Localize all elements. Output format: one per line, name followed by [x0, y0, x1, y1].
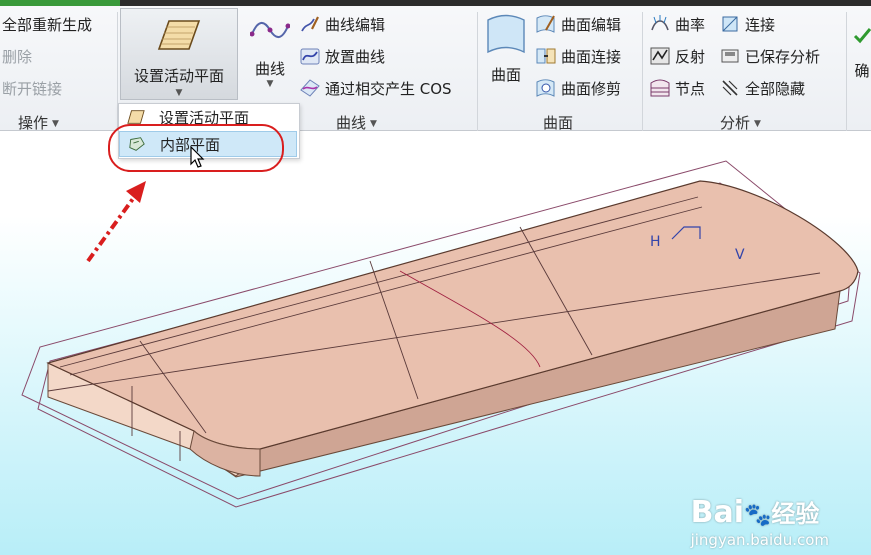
surface-big-label: 曲面 [490, 66, 521, 84]
analysis-group-label[interactable]: 分析 ▼ [720, 112, 761, 132]
operations-group-text: 操作 [18, 114, 49, 132]
surface-edit-icon [536, 15, 555, 33]
chevron-down-icon: ▼ [175, 88, 183, 98]
curve-big-label: 曲线 [254, 60, 285, 78]
place-curve-label: 放置曲线 [325, 47, 386, 66]
regenerate-label: 全部重新生成 [2, 15, 93, 34]
chevron-down-icon: ▼ [52, 119, 59, 129]
divider [642, 12, 643, 132]
analysis-group-text: 分析 [720, 114, 751, 132]
surface-group-label: 曲面 [543, 112, 573, 132]
hide-all-icon [722, 80, 738, 96]
watermark-suffix: 经验 [771, 500, 820, 528]
curvature-icon [651, 15, 669, 31]
intersect-cos-label: 通过相交产生 COS [325, 79, 452, 98]
divider [477, 12, 478, 132]
delete-label: 删除 [2, 47, 33, 66]
break-link-label: 断开链接 [2, 79, 63, 98]
divider [846, 12, 847, 132]
surface-trim-label: 曲面修剪 [561, 79, 622, 98]
surface-connect-icon [536, 48, 556, 64]
curve-edit-button[interactable]: 曲线编辑 [300, 12, 385, 36]
curvature-label: 曲率 [675, 15, 706, 34]
cursor-icon [190, 146, 205, 168]
reflection-label: 反射 [675, 47, 706, 66]
watermark-url: jingyan.baidu.com [690, 531, 829, 549]
intersect-cos-button[interactable]: 通过相交产生 COS [300, 76, 452, 100]
surface-connect-label: 曲面连接 [561, 47, 622, 66]
place-curve-icon [300, 48, 320, 65]
reflection-button[interactable]: 反射 [650, 44, 705, 68]
curvature-button[interactable]: 曲率 [650, 12, 705, 36]
axis-label-h: H [650, 234, 661, 250]
place-curve-button[interactable]: 放置曲线 [300, 44, 385, 68]
connect-analysis-icon [722, 16, 738, 32]
node-button[interactable]: 节点 [650, 76, 705, 100]
baidu-watermark: Bai🐾经验 jingyan.baidu.com [690, 495, 829, 550]
operations-group-label[interactable]: 操作 ▼ [18, 112, 59, 132]
curve-edit-label: 曲线编辑 [325, 15, 386, 34]
curve-group-label[interactable]: 曲线 ▼ [336, 112, 377, 132]
hide-all-label: 全部隐藏 [745, 79, 806, 98]
set-active-plane-label: 设置活动平面 [133, 67, 224, 85]
confirm-button[interactable]: 确 [852, 26, 871, 81]
plane-icon [157, 20, 201, 50]
set-active-plane-button[interactable]: 设置活动平面 ▼ [120, 8, 238, 100]
intersect-icon [300, 79, 320, 97]
surface-group-text: 曲面 [543, 114, 574, 132]
node-label: 节点 [675, 79, 706, 98]
connect-analysis-button[interactable]: 连接 [720, 12, 775, 36]
checkmark-icon [853, 28, 871, 44]
curve-big-button[interactable]: 曲线 ▼ [248, 16, 292, 89]
hide-all-button[interactable]: 全部隐藏 [720, 76, 805, 100]
watermark-brand: Bai [690, 495, 744, 530]
surface-trim-button[interactable]: 曲面修剪 [536, 76, 621, 100]
break-link-button[interactable]: 断开链接 [2, 76, 62, 100]
surface-connect-button[interactable]: 曲面连接 [536, 44, 621, 68]
axis-label-v: V [735, 247, 745, 263]
saved-analysis-label: 已保存分析 [745, 47, 821, 66]
paw-icon: 🐾 [743, 503, 772, 528]
chevron-down-icon: ▼ [370, 119, 377, 129]
curve-icon [250, 22, 290, 38]
saved-analysis-icon [721, 49, 739, 63]
surface-edit-button[interactable]: 曲面编辑 [536, 12, 621, 36]
confirm-label: 确 [854, 62, 870, 80]
part-model: H V [21, 160, 861, 508]
chevron-down-icon: ▼ [266, 79, 274, 89]
chevron-down-icon: ▼ [754, 119, 761, 129]
saved-analysis-button[interactable]: 已保存分析 [720, 44, 820, 68]
surface-edit-label: 曲面编辑 [561, 15, 622, 34]
connect-analysis-label: 连接 [745, 15, 776, 34]
surface-icon [487, 14, 525, 54]
surface-big-button[interactable]: 曲面 [484, 14, 528, 85]
reflection-icon [650, 47, 670, 65]
curve-group-text: 曲线 [336, 114, 367, 132]
curve-edit-icon [301, 16, 319, 32]
node-icon [650, 79, 670, 97]
model-viewport[interactable]: H V [0, 131, 871, 555]
delete-button[interactable]: 删除 [2, 44, 32, 68]
surface-trim-icon [536, 79, 555, 97]
regenerate-all-button[interactable]: 全部重新生成 [2, 12, 92, 36]
